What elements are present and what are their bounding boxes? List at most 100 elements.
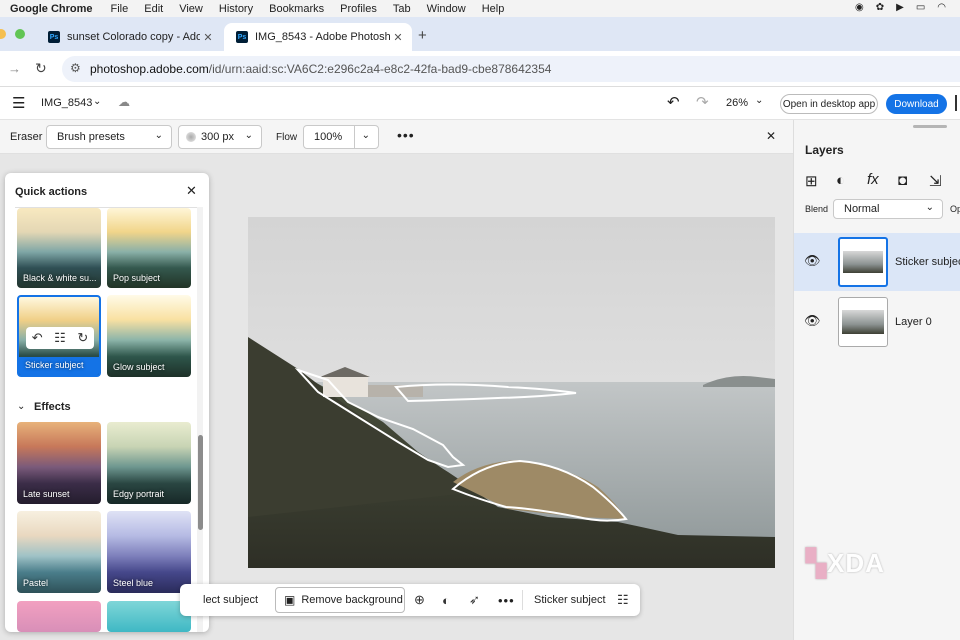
- select-subject-button[interactable]: lect subject: [203, 587, 258, 613]
- hamburger-menu-icon[interactable]: ☰: [12, 94, 25, 112]
- url-path: /id/urn:aaid:sc:VA6C2:e296c2a4-e8c2-42fa…: [208, 62, 552, 76]
- reload-icon[interactable]: ↻: [35, 60, 47, 77]
- layer-thumbnail: [838, 297, 888, 347]
- thumb-label: Glow subject: [113, 362, 165, 372]
- app-menu[interactable]: Google Chrome: [10, 3, 93, 15]
- undo-icon[interactable]: ↶: [32, 330, 43, 346]
- quick-action-pop-subject[interactable]: Pop subject: [107, 208, 191, 288]
- eye-visibility-icon[interactable]: 👁: [804, 313, 821, 329]
- adjustment-icon[interactable]: ◐: [442, 587, 450, 613]
- menu-view[interactable]: View: [179, 3, 203, 15]
- forward-icon[interactable]: →: [8, 61, 21, 76]
- rocket-icon[interactable]: ➶: [469, 587, 480, 613]
- tab-img-8543[interactable]: Ps IMG_8543 - Adobe Photosho ✕: [224, 23, 412, 51]
- flow-value: 100%: [314, 131, 343, 143]
- adjustment-layer-icon[interactable]: ◐: [836, 172, 845, 189]
- zoom-level[interactable]: 26%: [726, 97, 748, 109]
- effect-edgy-portrait[interactable]: Edgy portrait: [107, 422, 191, 504]
- brush-size-dropdown[interactable]: 300 px ⌄: [178, 125, 262, 149]
- add-layer-icon[interactable]: ⊞: [805, 172, 818, 190]
- quick-action-sticker-subject[interactable]: ↶ ☷ ↻ Sticker subject: [17, 295, 101, 377]
- scrollbar-thumb[interactable]: [198, 435, 203, 530]
- menu-tab[interactable]: Tab: [393, 3, 411, 15]
- eye-visibility-icon[interactable]: 👁: [804, 253, 821, 269]
- generative-fill-icon[interactable]: ⊕: [414, 587, 425, 613]
- adjust-sliders-icon[interactable]: ☷: [54, 330, 66, 346]
- import-icon[interactable]: ⇲: [929, 172, 942, 190]
- layer-row-layer-0[interactable]: 👁 Layer 0: [794, 293, 960, 351]
- menu-history[interactable]: History: [219, 3, 253, 15]
- remove-background-button[interactable]: ▣ Remove background: [275, 587, 405, 613]
- effect-steel-blue[interactable]: Steel blue: [107, 511, 191, 593]
- quick-action-glow-subject[interactable]: Glow subject: [107, 295, 191, 377]
- layers-title: Layers: [805, 143, 844, 157]
- layer-row-sticker-subject[interactable]: 👁 Sticker subject: [794, 233, 960, 291]
- thumb-label: Steel blue: [113, 578, 154, 588]
- chevron-down-icon[interactable]: ⌄: [93, 96, 101, 107]
- blend-mode-dropdown[interactable]: Normal ⌄: [833, 199, 943, 219]
- close-tab-icon[interactable]: ✕: [390, 31, 406, 44]
- extensions-icon[interactable]: ✿: [876, 2, 884, 13]
- zoom-window-icon[interactable]: [15, 29, 25, 39]
- chevron-down-icon[interactable]: ⌄: [17, 401, 25, 412]
- effect-pastel[interactable]: Pastel: [17, 511, 101, 593]
- chevron-down-icon[interactable]: ⌄: [755, 95, 763, 106]
- menu-file[interactable]: File: [111, 3, 129, 15]
- document-canvas-image[interactable]: [248, 217, 775, 568]
- close-panel-icon[interactable]: ✕: [186, 183, 197, 199]
- divider: [522, 590, 523, 610]
- tool-options-bar: Eraser Brush presets ⌄ 300 px ⌄ Flow 100…: [0, 120, 793, 154]
- play-icon[interactable]: ▶: [896, 2, 904, 13]
- download-button[interactable]: Download: [886, 94, 947, 114]
- menu-help[interactable]: Help: [482, 3, 505, 15]
- creative-cloud-icon[interactable]: ◉: [855, 2, 864, 13]
- flow-input[interactable]: 100% ⌄: [303, 125, 379, 149]
- document-title[interactable]: IMG_8543: [41, 97, 92, 109]
- effect-thumbnail[interactable]: [17, 601, 101, 632]
- sticker-subject-button[interactable]: Sticker subject: [534, 587, 606, 613]
- tool-name: Eraser: [10, 131, 43, 143]
- opacity-label: Op: [950, 204, 960, 214]
- cloud-sync-icon: ☁: [118, 95, 130, 109]
- chevron-down-icon[interactable]: ⌄: [362, 130, 370, 141]
- minimize-window-icon[interactable]: [0, 29, 6, 39]
- more-icon[interactable]: •••: [498, 587, 515, 613]
- menu-edit[interactable]: Edit: [144, 3, 163, 15]
- battery-icon[interactable]: ▭: [916, 2, 925, 13]
- url-host: photoshop.adobe.com: [90, 62, 209, 76]
- site-info-icon[interactable]: ⚙: [70, 61, 81, 75]
- mask-icon[interactable]: ◘: [898, 172, 907, 189]
- xda-watermark: ▚XDA: [806, 548, 885, 579]
- effect-late-sunset[interactable]: Late sunset: [17, 422, 101, 504]
- menu-window[interactable]: Window: [427, 3, 466, 15]
- thumb-action-toolbar: ↶ ☷ ↻: [26, 327, 94, 349]
- fx-icon[interactable]: fx: [867, 171, 879, 188]
- effect-thumbnail[interactable]: [107, 601, 191, 632]
- panel-drag-handle[interactable]: [913, 125, 947, 128]
- chevron-down-icon: ⌄: [925, 202, 934, 213]
- wifi-icon[interactable]: ◠: [937, 2, 946, 13]
- quick-action-bw-subject[interactable]: Black & white su...: [17, 208, 101, 288]
- open-in-desktop-button[interactable]: Open in desktop app: [780, 94, 878, 114]
- redo-icon[interactable]: ↷: [696, 93, 709, 111]
- flow-label: Flow: [276, 132, 298, 143]
- menu-profiles[interactable]: Profiles: [340, 3, 377, 15]
- brush-presets-dropdown[interactable]: Brush presets ⌄: [46, 125, 172, 149]
- adjust-sliders-icon[interactable]: ☷: [617, 587, 629, 613]
- close-options-icon[interactable]: ✕: [766, 129, 776, 143]
- blend-value: Normal: [844, 203, 880, 215]
- more-options-icon[interactable]: •••: [397, 127, 415, 143]
- dropdown-label: 300 px: [201, 131, 235, 143]
- new-tab-icon[interactable]: +: [418, 27, 427, 44]
- tab-sunset-colorado[interactable]: Ps sunset Colorado copy - Adob ✕: [36, 23, 222, 51]
- address-bar-row: → ↻ ⚙ photoshop.adobe.com/id/urn:aaid:sc…: [0, 51, 960, 87]
- chevron-down-icon: ⌄: [154, 130, 163, 141]
- menu-bookmarks[interactable]: Bookmarks: [269, 3, 324, 15]
- scrollbar-track[interactable]: [197, 207, 203, 632]
- refresh-icon[interactable]: ↻: [77, 330, 88, 346]
- layer-thumbnail: [838, 237, 888, 287]
- url-field[interactable]: ⚙ photoshop.adobe.com/id/urn:aaid:sc:VA6…: [62, 56, 960, 82]
- undo-icon[interactable]: ↶: [667, 93, 680, 111]
- close-tab-icon[interactable]: ✕: [200, 31, 216, 44]
- effects-section-title[interactable]: Effects: [34, 401, 71, 413]
